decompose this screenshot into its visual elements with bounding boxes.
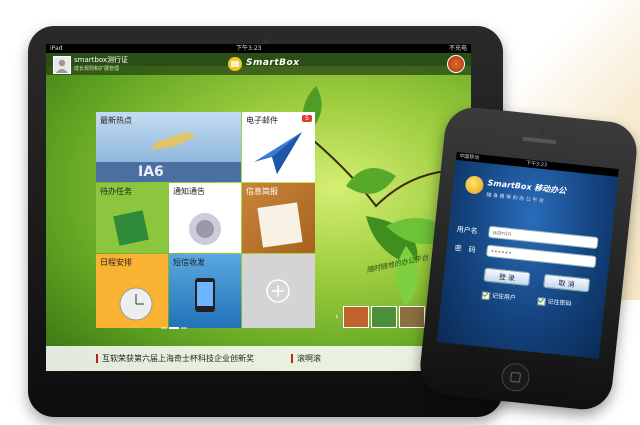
status-time: 下午3:23 [236,45,262,52]
news-ticker: 互软荣获第六届上海奇士杯科技企业创新奖 滚啊滚 [46,346,471,371]
remember-account-checkbox[interactable]: 记住用户 [481,289,517,302]
user-name: smartbox测行证 [74,56,129,64]
password-input[interactable]: •••••• [485,244,597,269]
password-label: 密 码 [454,244,476,255]
thumbnail[interactable] [343,306,369,328]
user-icon [56,59,68,73]
ticker-item[interactable]: 互软荣获第六届上海奇士杯科技企业创新奖 [96,353,254,364]
box-logo-icon [228,57,242,71]
phone-time: 下午3:23 [525,160,548,169]
status-carrier: iPad [50,45,63,52]
page-dot [161,327,167,329]
thumbnail[interactable] [371,306,397,328]
tile-schedule[interactable]: 日程安排 [96,254,168,328]
tile-email[interactable]: 电子邮件 5 [242,112,315,182]
phone-camera [541,127,546,133]
smartbox-globe-icon [464,175,485,195]
status-battery: 不充电 [448,45,467,52]
tile-notice[interactable]: 通知通告 [169,183,241,253]
app-header: smartbox测行证 成长规则和扩展管理 SmartBox [46,53,471,75]
tile-news[interactable]: 最新热点 IA6 [96,112,241,182]
newspaper-icon [257,202,303,248]
phone-banner: SmartBox 移动办公 随 身 携 带 的 办 公 平 台 [450,170,616,229]
jet-image: IA6 [96,132,241,182]
thumbnail[interactable] [399,306,425,328]
tablet-screen: iPad 下午3:23 不充电 smartbox测行证 成长规则和扩展管理 Sm… [46,44,471,371]
add-icon [266,279,290,303]
remember-password-checkbox[interactable]: 记住密码 [537,295,572,308]
speaker-icon [189,213,221,245]
home-button[interactable] [500,361,531,393]
login-button[interactable]: 登 录 [483,267,531,287]
ticker-item[interactable]: 滚啊滚 [291,353,321,364]
phone-carrier: 中国移动 [458,153,480,162]
username-label: 用户名 [456,225,478,236]
logo-text: SmartBox [246,58,300,68]
avatar[interactable] [53,56,71,74]
alarm-clock-icon [119,287,153,321]
paper-plane-icon [254,132,302,174]
cancel-button[interactable]: 取 消 [543,273,591,293]
power-button[interactable] [447,55,465,73]
phone-speaker [522,136,557,145]
page-dot-active [169,327,179,329]
thumb-prev-icon[interactable]: ‹ [335,312,339,322]
page-indicator[interactable] [161,314,189,333]
tile-briefing[interactable]: 信息简报 [242,183,315,253]
notebook-icon [113,210,149,246]
user-subtitle: 成长规则和扩展管理 [74,66,120,72]
phone-device: 中国移动 下午3:23 SmartBox 移动办公 随 身 携 带 的 办 公 … [417,104,640,413]
page-dot [181,327,187,329]
smartbox-logo: SmartBox [226,56,299,72]
tile-tasks[interactable]: 待办任务 [96,183,168,253]
phone-screen: 中国移动 下午3:23 SmartBox 移动办公 随 身 携 带 的 办 公 … [436,151,619,359]
tile-add[interactable] [242,254,315,328]
hot-text: IA6 [138,164,164,180]
tablet-status-bar: iPad 下午3:23 不充电 [46,44,471,53]
